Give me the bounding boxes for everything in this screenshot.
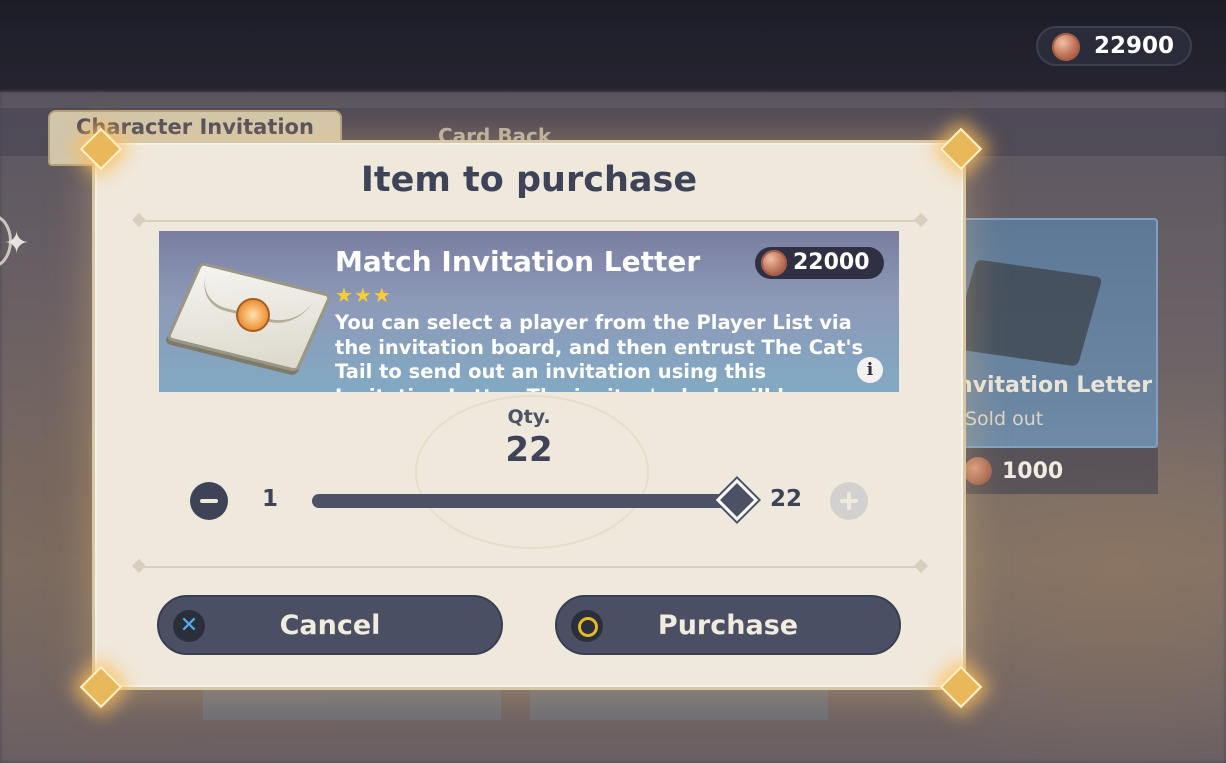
dialog-title: Item to purchase <box>360 160 698 200</box>
cancel-button-label: Cancel <box>279 610 381 641</box>
sparkle-icon: ✦ <box>4 226 30 261</box>
quantity-label: Qty. <box>507 406 551 428</box>
purchase-button[interactable]: Purchase <box>555 595 901 655</box>
item-price-value: 22000 <box>793 250 870 275</box>
decrease-quantity-button[interactable] <box>190 482 228 520</box>
item-description: You can select a player from the Player … <box>335 311 864 392</box>
quantity-max-label: 22 <box>770 486 803 512</box>
quantity-slider[interactable] <box>312 494 740 508</box>
coin-icon <box>761 250 787 276</box>
quantity-slider-fill <box>312 494 740 508</box>
background-card-title: nvitation Letter <box>957 373 1153 398</box>
item-name: Match Invitation Letter <box>335 245 701 278</box>
increase-quantity-button[interactable] <box>830 482 868 520</box>
item-banner: Match Invitation Letter ★★★ You can sele… <box>159 231 899 392</box>
quantity-value: 22 <box>505 430 553 470</box>
coin-icon <box>1052 33 1080 61</box>
envelope-icon <box>951 259 1103 367</box>
quantity-min-label: 1 <box>262 486 279 512</box>
divider <box>140 566 920 568</box>
currency-display: 22900 <box>1036 26 1192 66</box>
info-icon[interactable]: i <box>857 357 883 383</box>
cancel-button[interactable]: ✕ Cancel <box>157 595 503 655</box>
item-price: 22000 <box>755 247 884 279</box>
seal-icon <box>236 298 270 332</box>
purchase-button-label: Purchase <box>657 610 799 641</box>
star-rating: ★★★ <box>335 283 392 307</box>
tab-character-invitation-label: Character Invitation <box>76 115 314 139</box>
currency-amount: 22900 <box>1094 33 1175 59</box>
divider <box>140 220 920 222</box>
